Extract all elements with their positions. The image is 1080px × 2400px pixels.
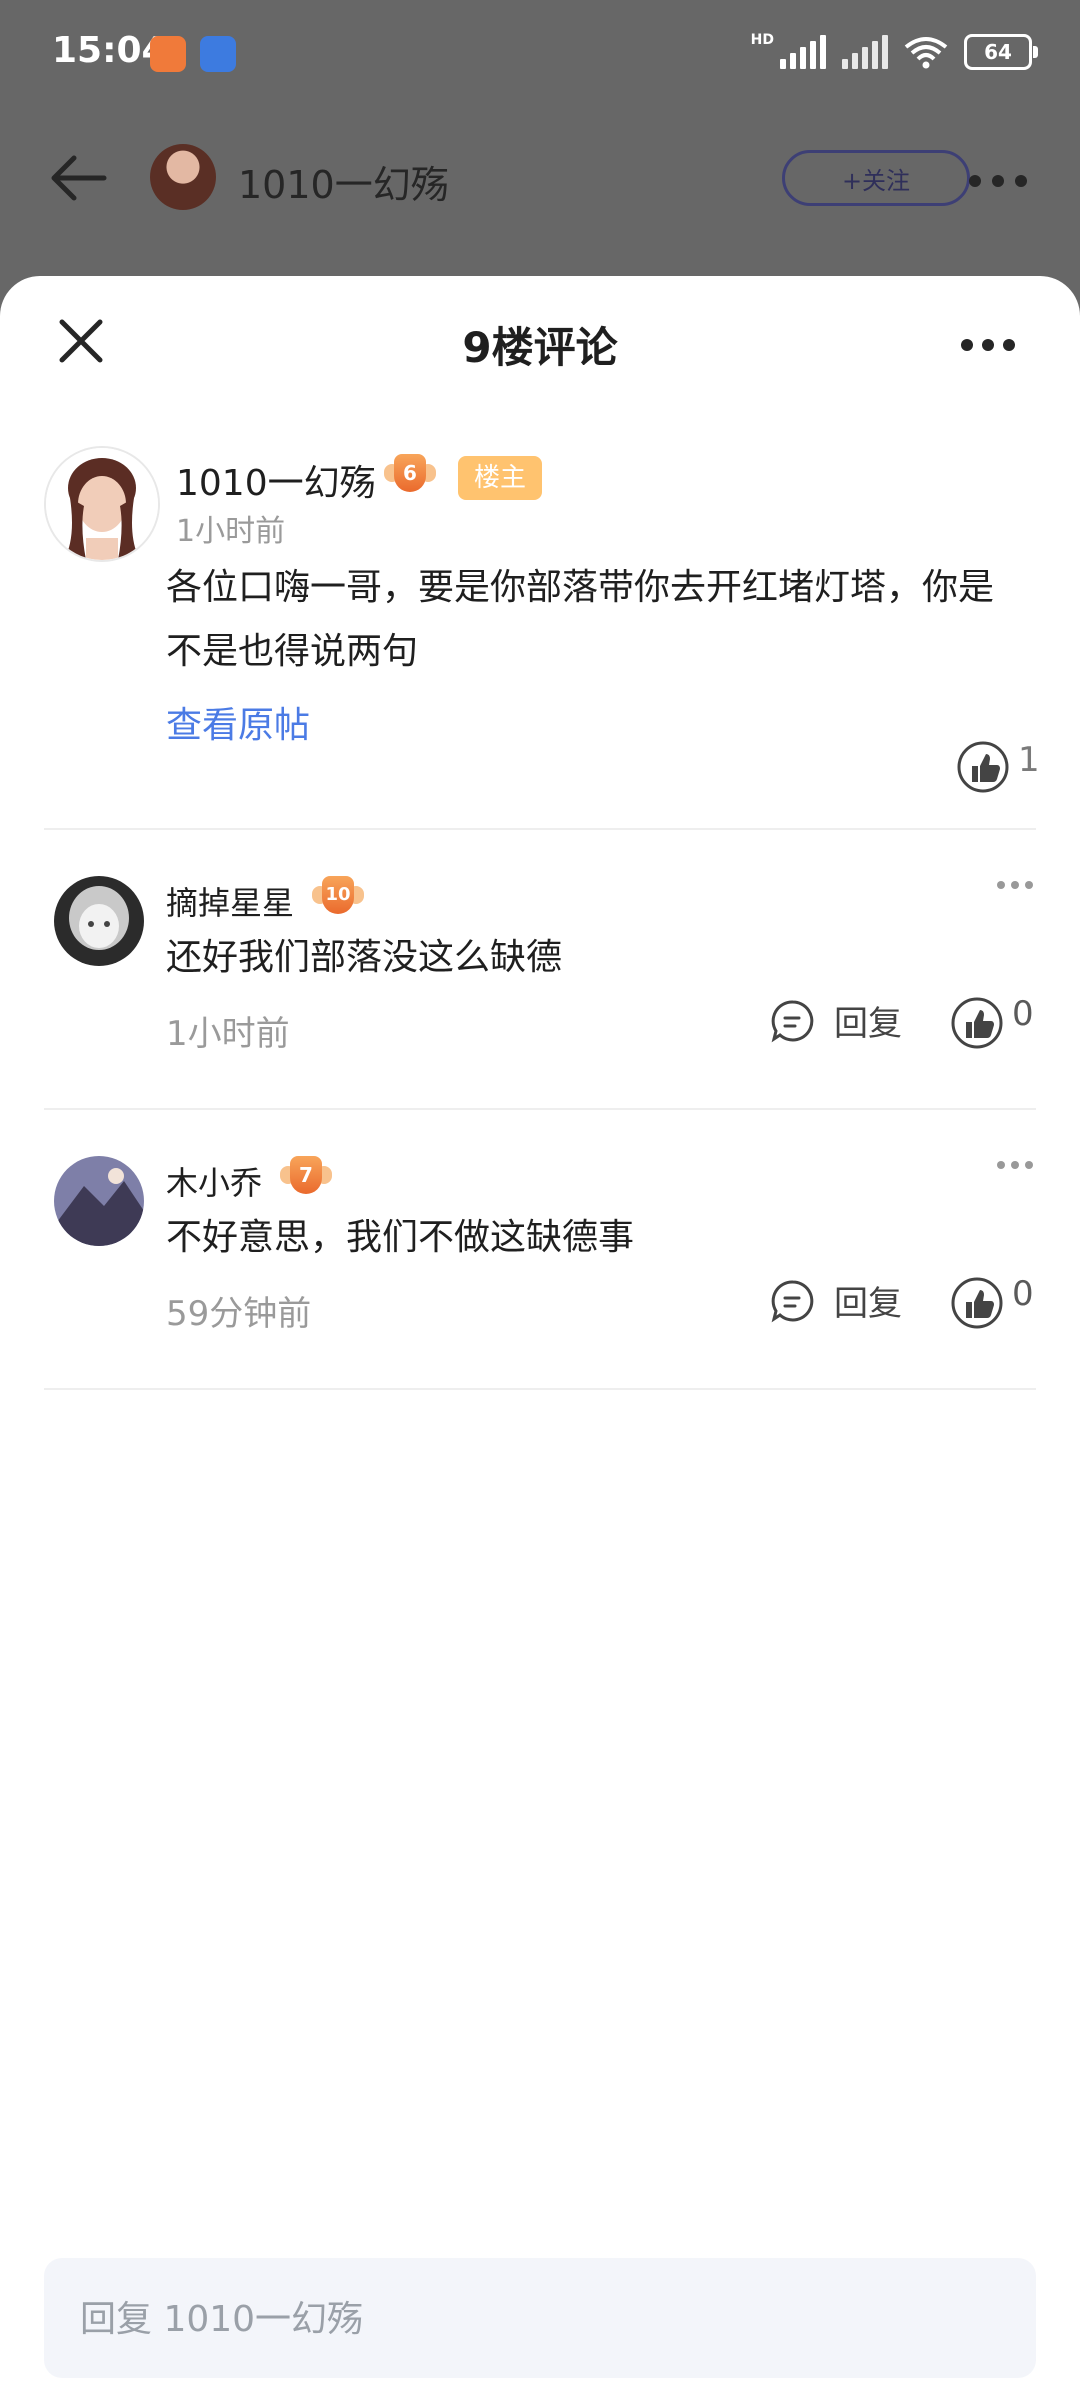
reply-label: 回复 — [834, 1284, 902, 1324]
like-count: 0 — [1012, 1274, 1034, 1314]
reply-item: 木小乔 7 不好意思，我们不做这缺德事 59分钟前 回复 0 — [0, 1146, 1080, 1406]
level-badge: 7 — [280, 1156, 332, 1198]
comment-sheet: 9楼评论 1010一幻殇 6 楼主 1小时前 各位口嗨一哥，要是你部落带你去开红… — [0, 276, 1080, 2400]
reply-button[interactable]: 回复 — [770, 996, 902, 1045]
divider — [44, 1108, 1036, 1110]
sheet-more-icon[interactable] — [960, 338, 1016, 352]
level-badge: 10 — [312, 876, 364, 918]
view-original-link[interactable]: 查看原帖 — [166, 696, 310, 748]
like-count: 1 — [1018, 740, 1040, 780]
like-count: 0 — [1012, 994, 1034, 1034]
reply-username[interactable]: 摘掉星星 — [166, 878, 294, 924]
thumbs-up-icon[interactable] — [956, 740, 1010, 794]
avatar-image — [46, 448, 158, 560]
owner-tag: 楼主 — [458, 456, 542, 500]
reply-button[interactable]: 回复 — [770, 1276, 902, 1325]
avatar[interactable] — [54, 876, 144, 966]
reply-body: 不好意思，我们不做这缺德事 — [166, 1217, 635, 1258]
reply-username[interactable]: 木小乔 — [166, 1158, 262, 1204]
nav-username[interactable]: 1010一幻殇 — [238, 154, 449, 209]
comment-time: 1小时前 — [176, 514, 286, 549]
divider — [44, 1388, 1036, 1390]
reply-input-bar[interactable] — [44, 2258, 1036, 2380]
status-bar: 15:04 HD 64 — [0, 0, 1080, 110]
signal-icon-2 — [842, 35, 888, 69]
shopping-app-icon — [150, 36, 186, 72]
reply-time: 59分钟前 — [166, 1294, 312, 1334]
reply-input[interactable] — [78, 2258, 982, 2380]
sheet-title: 9楼评论 — [462, 323, 618, 372]
comment-bubble-icon — [771, 1279, 814, 1322]
battery-icon: 64 — [964, 34, 1038, 70]
avatar-image — [54, 1156, 144, 1246]
comment-bubble-icon — [771, 999, 814, 1042]
main-comment: 1010一幻殇 6 楼主 1小时前 各位口嗨一哥，要是你部落带你去开红堵灯塔，你… — [0, 446, 1080, 826]
wifi-icon — [904, 37, 948, 69]
sheet-header: 9楼评论 — [0, 276, 1080, 406]
signal-icon — [780, 35, 826, 69]
avatar[interactable] — [44, 446, 160, 562]
avatar-image — [54, 876, 144, 966]
reply-item: 摘掉星星 10 还好我们部落没这么缺德 1小时前 回复 0 — [0, 866, 1080, 1126]
nav-avatar[interactable] — [150, 144, 216, 210]
reply-label: 回复 — [834, 1004, 902, 1044]
reply-body: 还好我们部落没这么缺德 — [166, 937, 563, 978]
comment-body: 各位口嗨一哥，要是你部落带你去开红堵灯塔，你是不是也得说两句 — [166, 567, 995, 672]
follow-button[interactable]: +关注 — [782, 150, 970, 206]
divider — [44, 828, 1036, 830]
level-badge: 6 — [384, 454, 436, 496]
hotspot-app-icon — [200, 36, 236, 72]
avatar[interactable] — [54, 1156, 144, 1246]
thumbs-up-icon[interactable] — [950, 1276, 1004, 1330]
system-icons: HD 64 — [750, 32, 1038, 70]
hd-label: HD — [750, 32, 774, 48]
top-nav: 1010一幻殇 +关注 — [0, 130, 1080, 230]
reply-time: 1小时前 — [166, 1014, 290, 1054]
comment-username[interactable]: 1010一幻殇 — [176, 454, 376, 506]
more-dots-icon[interactable] — [996, 1160, 1034, 1170]
more-dots-icon[interactable] — [996, 880, 1034, 890]
more-dots-icon[interactable] — [968, 174, 1028, 188]
back-arrow-icon[interactable] — [44, 148, 114, 208]
thumbs-up-icon[interactable] — [950, 996, 1004, 1050]
